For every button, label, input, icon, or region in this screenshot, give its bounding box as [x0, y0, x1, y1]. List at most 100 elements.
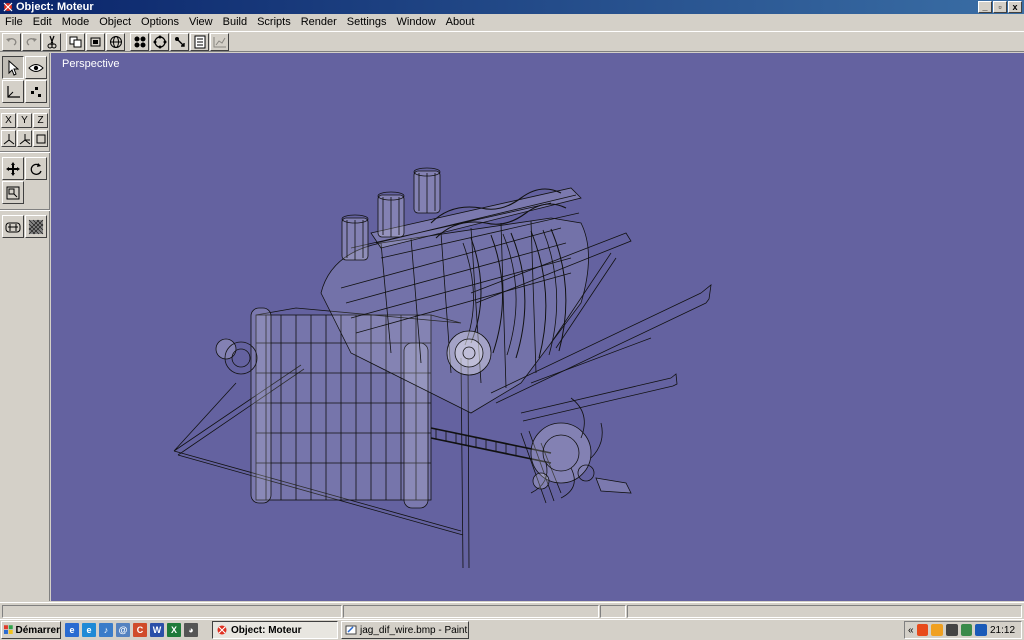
paint-icon: [345, 625, 357, 635]
menu-render[interactable]: Render: [296, 14, 342, 30]
quick-launch: e e ♪ @ C W X ◕: [65, 623, 198, 637]
excel-icon[interactable]: X: [167, 623, 181, 637]
tray-app-icon[interactable]: [916, 624, 929, 636]
axis-y-button[interactable]: Y: [17, 113, 32, 128]
maximize-button[interactable]: ▫: [993, 1, 1007, 13]
tray-expand-button[interactable]: «: [908, 625, 914, 636]
view-eye-button[interactable]: [25, 56, 47, 79]
graph-button[interactable]: [210, 32, 229, 51]
system-tray: « 21:12: [904, 621, 1022, 639]
copy-object-button[interactable]: [66, 32, 85, 51]
rotate-tool-button[interactable]: [25, 157, 47, 180]
snap-button[interactable]: [170, 32, 189, 51]
texture-icon: [28, 219, 44, 234]
menu-settings[interactable]: Settings: [342, 14, 392, 30]
vertex-icon: [134, 36, 145, 47]
tray-panda-icon[interactable]: [945, 624, 958, 636]
menu-about[interactable]: About: [441, 14, 480, 30]
task-object-moteur[interactable]: Object: Moteur: [212, 621, 338, 639]
app-icon: [217, 625, 227, 635]
engine-wireframe-model[interactable]: [51, 53, 1024, 601]
tray-monitor-icon[interactable]: [975, 624, 987, 636]
rotate-sphere-button[interactable]: [150, 32, 169, 51]
paste-object-icon: [90, 37, 100, 46]
menu-options[interactable]: Options: [136, 14, 184, 30]
status-pane-main: [2, 605, 342, 618]
menu-mode[interactable]: Mode: [57, 14, 95, 30]
minimize-button[interactable]: _: [978, 1, 992, 13]
clock: 21:12: [990, 624, 1016, 636]
media-icon[interactable]: ♪: [99, 623, 113, 637]
menu-bar: File Edit Mode Object Options View Build…: [0, 14, 1024, 30]
cut-button[interactable]: [42, 32, 61, 51]
menu-edit[interactable]: Edit: [28, 14, 57, 30]
menu-file[interactable]: File: [0, 14, 28, 30]
axis-icon: [7, 85, 20, 98]
sphere-icon: [109, 35, 122, 48]
redo-icon: [26, 38, 37, 46]
undo-button[interactable]: [2, 32, 21, 51]
taskbar: Démarrer e e ♪ @ C W X ◕ Object: Moteur …: [0, 619, 1024, 640]
task-label: jag_dif_wire.bmp - Paint: [360, 624, 468, 636]
window-controls: _ ▫ x: [977, 1, 1022, 13]
render-wire-button[interactable]: [2, 215, 24, 238]
rotate-icon: [30, 162, 42, 175]
select-tool-button[interactable]: [2, 56, 24, 79]
move-tool-button[interactable]: [2, 157, 24, 180]
close-button[interactable]: x: [1008, 1, 1022, 13]
scale-icon: [6, 186, 20, 199]
list-icon: [194, 35, 205, 48]
cut-icon: [47, 35, 56, 48]
app-icon[interactable]: [2, 1, 14, 13]
axis-z-button[interactable]: Z: [33, 113, 48, 128]
panda-icon[interactable]: ◕: [184, 623, 198, 637]
status-bar: [0, 602, 1024, 619]
render-texture-button[interactable]: [25, 215, 47, 238]
status-pane-middle: [343, 605, 599, 618]
rotate-sphere-icon: [153, 35, 166, 48]
status-pane-right: [627, 605, 1022, 618]
windows-logo-icon: [4, 625, 13, 634]
calendar-icon[interactable]: C: [133, 623, 147, 637]
list-button[interactable]: [190, 32, 209, 51]
menu-scripts[interactable]: Scripts: [252, 14, 296, 30]
points-tool-button[interactable]: [25, 80, 47, 103]
sphere-button[interactable]: [106, 32, 125, 51]
mail-icon[interactable]: @: [116, 623, 130, 637]
menu-object[interactable]: Object: [94, 14, 136, 30]
toolbar: [0, 31, 1024, 52]
grid-icon: [36, 134, 45, 143]
render-preview-icon: [5, 222, 21, 232]
transform-world-button[interactable]: [17, 130, 32, 147]
transform-view-button[interactable]: [33, 130, 48, 147]
start-button[interactable]: Démarrer: [1, 621, 61, 639]
copy-object-icon: [69, 36, 81, 47]
menu-build[interactable]: Build: [218, 14, 252, 30]
start-label: Démarrer: [15, 624, 60, 636]
title-bar: Object: Moteur _ ▫ x: [0, 0, 1024, 14]
axis-tool-button[interactable]: [2, 80, 24, 103]
window-title: Object: Moteur: [16, 1, 94, 13]
menu-window[interactable]: Window: [392, 14, 441, 30]
browser-icon[interactable]: e: [82, 623, 96, 637]
paste-object-button[interactable]: [86, 32, 105, 51]
eye-icon: [28, 63, 44, 72]
snap-icon: [174, 36, 185, 47]
task-paint[interactable]: jag_dif_wire.bmp - Paint: [341, 621, 469, 639]
tripod-icon: [3, 133, 14, 144]
word-icon[interactable]: W: [150, 623, 164, 637]
vertex-button[interactable]: [130, 32, 149, 51]
tray-volume-icon[interactable]: [931, 624, 943, 636]
tripod-icon: [19, 133, 30, 144]
menu-view[interactable]: View: [184, 14, 218, 30]
graph-icon: [213, 36, 226, 47]
ie-icon[interactable]: e: [65, 623, 79, 637]
axis-x-button[interactable]: X: [1, 113, 16, 128]
tray-network-icon[interactable]: [960, 624, 973, 636]
redo-button[interactable]: [22, 32, 41, 51]
transform-local-button[interactable]: [1, 130, 16, 147]
tool-panel: X Y Z: [0, 53, 50, 601]
viewport-perspective[interactable]: Perspective: [51, 53, 1024, 601]
scale-tool-button[interactable]: [2, 181, 24, 204]
undo-icon: [6, 38, 17, 46]
